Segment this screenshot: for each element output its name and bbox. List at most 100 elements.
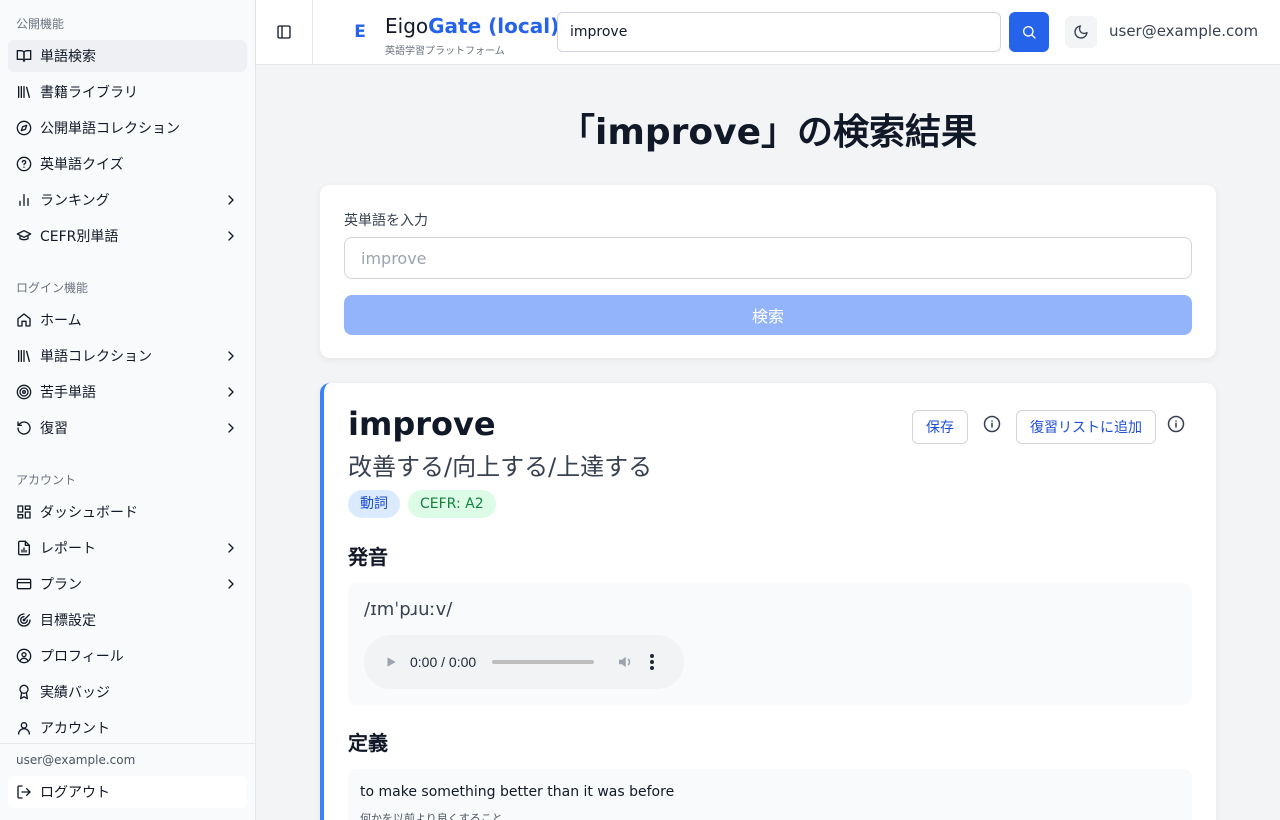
- library-icon: [16, 348, 32, 364]
- word-input[interactable]: [344, 237, 1192, 279]
- brand-name-part1: Eigo: [385, 14, 429, 38]
- section-label-public: 公開機能: [16, 17, 65, 31]
- result-word: improve: [348, 405, 496, 443]
- audio-progress-bar[interactable]: [492, 660, 595, 664]
- more-vertical-icon[interactable]: [650, 654, 655, 670]
- file-chart-icon: [16, 540, 32, 556]
- sidebar-item-quiz[interactable]: 英単語クイズ: [8, 148, 247, 180]
- sidebar-item-label: ダッシュボード: [40, 505, 138, 521]
- page-title: 「improve」の検索結果: [559, 112, 977, 153]
- rotate-ccw-icon: [16, 420, 32, 436]
- sidebar-item-profile[interactable]: プロフィール: [8, 640, 247, 672]
- info-icon[interactable]: [983, 415, 1001, 433]
- chevron-right-icon: [228, 579, 234, 589]
- brand-tagline: 英語学習プラットフォーム: [385, 46, 505, 57]
- sidebar-item-home[interactable]: ホーム: [8, 304, 247, 336]
- panel-left-icon: [277, 25, 291, 39]
- audio-player[interactable]: 0:00 / 0:00: [364, 635, 684, 689]
- info-icon[interactable]: [1167, 415, 1185, 433]
- sidebar-item-word-collections[interactable]: 単語コレクション: [8, 340, 247, 372]
- sidebar-item-label: 苦手単語: [40, 385, 96, 401]
- sidebar-item-report[interactable]: レポート: [8, 532, 247, 564]
- sidebar-item-plan[interactable]: プラン: [8, 568, 247, 600]
- sidebar-item-cefr-words[interactable]: CEFR別単語: [8, 220, 247, 252]
- log-out-icon: [16, 784, 32, 800]
- dashboard-grid-icon: [16, 504, 32, 520]
- word-input-label: 英単語を入力: [344, 213, 428, 229]
- sidebar-item-goal-setting[interactable]: 目標設定: [8, 604, 247, 636]
- award-icon: [16, 684, 32, 700]
- main-content[interactable]: 「improve」の検索結果 英単語を入力 検索 improve 改善する/向上…: [256, 65, 1280, 820]
- sidebar-item-ranking[interactable]: ランキング: [8, 184, 247, 216]
- target-icon: [16, 384, 32, 400]
- sidebar-item-account[interactable]: アカウント: [8, 712, 247, 743]
- logout-button[interactable]: ログアウト: [8, 776, 247, 808]
- search-icon: [1022, 26, 1036, 39]
- header-search-input[interactable]: [557, 12, 1001, 52]
- sidebar-item-label: 実績バッジ: [40, 685, 110, 701]
- audio-time: 0:00 / 0:00: [410, 654, 477, 670]
- definition-english: to make something better than it was bef…: [360, 784, 675, 800]
- cefr-badge: CEFR: A2: [408, 490, 496, 518]
- add-to-review-button[interactable]: 復習リストに追加: [1016, 410, 1156, 444]
- save-button[interactable]: 保存: [912, 410, 968, 444]
- user-icon: [16, 720, 32, 736]
- pronunciation-box: /ɪmˈpɹuːv/ 0:00 / 0:00: [348, 583, 1192, 705]
- sidebar-item-label: プロフィール: [40, 649, 124, 665]
- moon-icon: [1074, 25, 1088, 39]
- chevron-right-icon: [228, 423, 234, 433]
- ipa-text: /ɪmˈpɹuːv/: [364, 599, 453, 620]
- sidebar-item-label: レポート: [40, 541, 96, 557]
- sidebar-item-label: 単語検索: [40, 49, 96, 65]
- credit-card-icon: [16, 576, 32, 592]
- user-circle-icon: [16, 648, 32, 664]
- sidebar-item-dashboard[interactable]: ダッシュボード: [8, 496, 247, 528]
- brand-name-part2: Gate (local): [428, 14, 560, 38]
- sidebar-item-label: 書籍ライブラリ: [40, 85, 138, 101]
- graduation-cap-icon: [16, 228, 32, 244]
- sidebar-item-word-search[interactable]: 単語検索: [8, 40, 247, 72]
- sidebar-footer: user@example.com ログアウト: [0, 743, 255, 820]
- sidebar-item-label: 復習: [40, 421, 68, 437]
- brand-name[interactable]: EigoGate (local): [385, 13, 559, 39]
- word-result-card: improve 改善する/向上する/上達する 動詞 CEFR: A2 保存 復習…: [320, 383, 1216, 820]
- sidebar-nav[interactable]: 公開機能 単語検索 書籍ライブラリ 公開単語コレクション 英単語クイズ ランキン…: [0, 0, 255, 743]
- header-user-email[interactable]: user@example.com: [1109, 22, 1258, 40]
- book-open-icon: [16, 48, 32, 64]
- footer-user-email: user@example.com: [16, 753, 136, 767]
- definition-japanese: 何かを以前より良くすること: [360, 812, 503, 820]
- section-label-login: ログイン機能: [16, 281, 89, 295]
- theme-toggle-button[interactable]: [1065, 16, 1097, 48]
- pos-badge: 動詞: [348, 490, 400, 518]
- definition-box: to make something better than it was bef…: [348, 769, 1192, 820]
- word-search-card: 英単語を入力 検索: [320, 185, 1216, 358]
- top-header: E EigoGate (local) 英語学習プラットフォーム user@exa…: [256, 0, 1280, 65]
- sidebar-toggle-button[interactable]: [272, 20, 296, 44]
- definition-heading: 定義: [348, 731, 388, 755]
- chevron-right-icon: [228, 543, 234, 553]
- sidebar-item-label: 単語コレクション: [40, 349, 152, 365]
- volume-icon[interactable]: [616, 653, 634, 671]
- sidebar-item-weak-words[interactable]: 苦手単語: [8, 376, 247, 408]
- sidebar-item-label: プラン: [40, 577, 82, 593]
- play-icon[interactable]: [384, 655, 398, 669]
- chevron-right-icon: [228, 195, 234, 205]
- logout-label: ログアウト: [40, 785, 110, 801]
- help-circle-icon: [16, 156, 32, 172]
- brand-logo[interactable]: E: [348, 20, 372, 44]
- sidebar-item-book-library[interactable]: 書籍ライブラリ: [8, 76, 247, 108]
- search-button[interactable]: 検索: [344, 295, 1192, 335]
- goal-target-icon: [16, 612, 32, 628]
- sidebar-item-badges[interactable]: 実績バッジ: [8, 676, 247, 708]
- sidebar-item-label: 英単語クイズ: [40, 157, 124, 173]
- bar-chart-icon: [16, 192, 32, 208]
- sidebar-item-label: 目標設定: [40, 613, 96, 629]
- section-label-account: アカウント: [16, 473, 77, 487]
- sidebar-item-review[interactable]: 復習: [8, 412, 247, 444]
- pronunciation-heading: 発音: [348, 545, 388, 569]
- sidebar-item-label: ホーム: [40, 313, 82, 329]
- library-icon: [16, 84, 32, 100]
- sidebar-item-public-collections[interactable]: 公開単語コレクション: [8, 112, 247, 144]
- header-search-button[interactable]: [1009, 12, 1049, 52]
- home-icon: [16, 312, 32, 328]
